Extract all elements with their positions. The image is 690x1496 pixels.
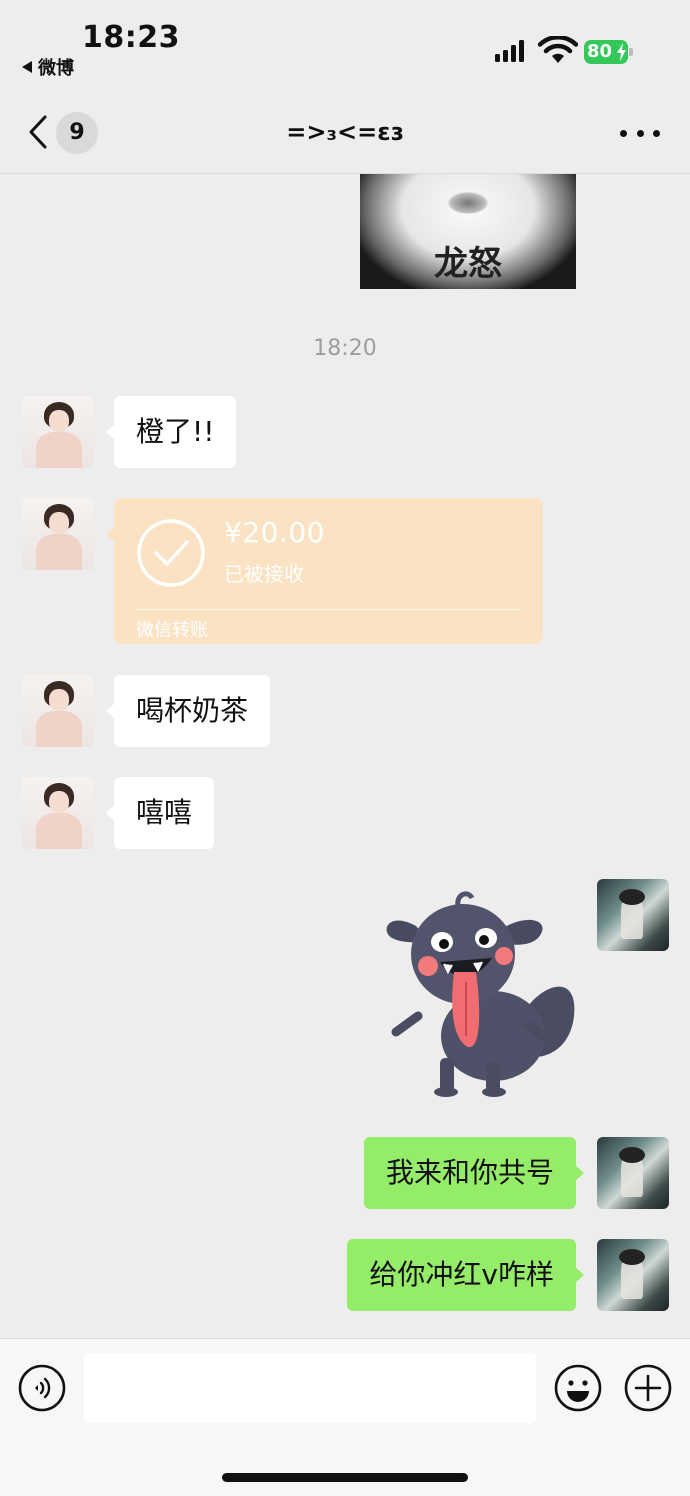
contact-avatar[interactable] — [22, 675, 94, 747]
divider — [136, 609, 520, 610]
back-app-label: 微博 — [38, 58, 74, 79]
plus-circle-icon[interactable] — [624, 1364, 672, 1412]
transfer-status: 已被接收 — [224, 562, 304, 586]
money-transfer-card[interactable]: ¥20.00 已被接收 微信转账 — [106, 498, 543, 644]
more-options-button[interactable] — [620, 126, 660, 140]
unread-count-badge[interactable]: 9 — [56, 112, 98, 154]
status-time: 18:23 — [82, 20, 180, 55]
contact-avatar[interactable] — [22, 396, 94, 468]
outgoing-message-bubble[interactable]: 给你冲红v咋样 — [347, 1239, 584, 1311]
incoming-message-bubble[interactable]: 喝杯奶茶 — [105, 675, 271, 747]
outgoing-message-bubble[interactable]: 我来和你共号 — [363, 1137, 585, 1209]
check-circle-icon — [137, 519, 205, 587]
tongue-out-monster-sticker[interactable] — [378, 886, 583, 1102]
chevron-left-icon[interactable] — [26, 114, 50, 150]
back-to-app-link[interactable]: 微博 — [22, 54, 74, 80]
smiley-icon[interactable] — [554, 1364, 602, 1412]
ellipsis-icon — [620, 129, 627, 137]
message-text-input[interactable] — [84, 1353, 536, 1423]
sticker-caption: 龙怒 — [434, 244, 502, 284]
transfer-label: 微信转账 — [136, 620, 208, 641]
chat-nav-bar: 9 =>₃<=ɛɜ — [0, 90, 690, 174]
battery-charging-icon: 80 — [584, 40, 634, 64]
message-input-bar — [0, 1338, 690, 1496]
dragon-angry-sticker[interactable]: 龙怒 — [360, 174, 576, 289]
incoming-message-bubble[interactable]: 橙了!! — [105, 396, 237, 468]
my-avatar[interactable] — [597, 1239, 669, 1311]
my-avatar[interactable] — [597, 1137, 669, 1209]
message-timestamp: 18:20 — [313, 336, 377, 361]
my-avatar[interactable] — [597, 879, 669, 951]
back-triangle-icon — [22, 61, 32, 73]
chat-title: =>₃<=ɛɜ — [286, 118, 404, 146]
status-bar: 18:23 微博 80 — [0, 0, 690, 90]
contact-avatar[interactable] — [22, 498, 94, 570]
transfer-amount: ¥20.00 — [224, 516, 325, 549]
contact-avatar[interactable] — [22, 777, 94, 849]
home-indicator[interactable] — [222, 1473, 468, 1482]
voice-icon[interactable] — [18, 1364, 66, 1412]
cellular-signal-icon — [495, 40, 524, 62]
wifi-icon — [538, 36, 578, 63]
incoming-message-bubble[interactable]: 嘻嘻 — [105, 777, 215, 849]
battery-level: 80 — [587, 41, 613, 62]
